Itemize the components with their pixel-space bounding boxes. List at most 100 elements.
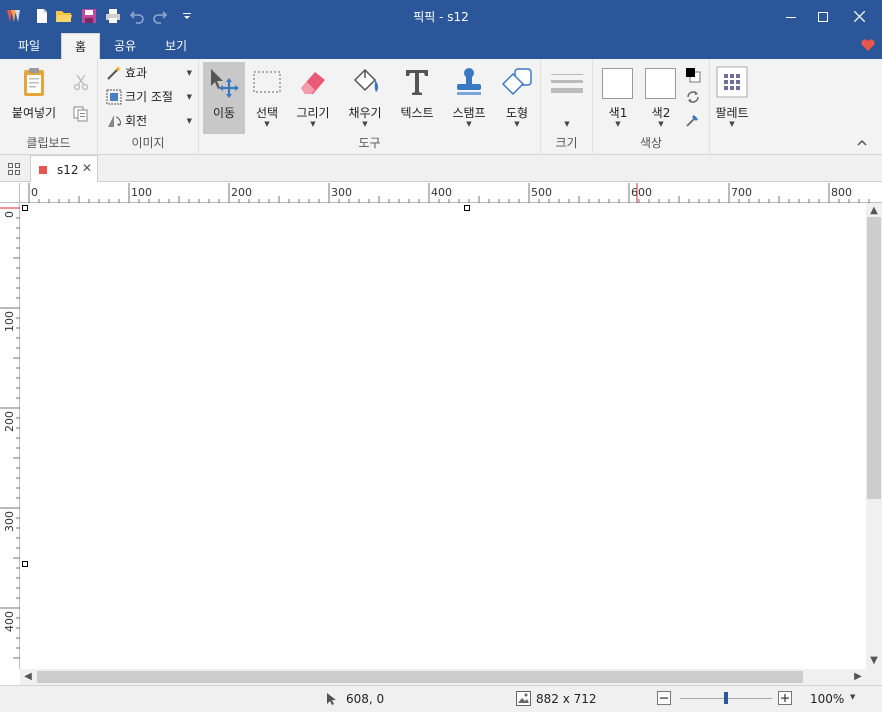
color-pair-icon[interactable] [685, 67, 701, 83]
grid-view-icon[interactable] [6, 161, 22, 177]
ruler-label: 400 [431, 186, 452, 199]
tab-view[interactable]: 보기 [156, 33, 196, 59]
zoom-slider-thumb[interactable] [724, 692, 728, 704]
scroll-down-icon[interactable]: ▼ [866, 653, 882, 669]
magic-wand-icon [106, 65, 122, 81]
close-tab-icon[interactable]: ✕ [82, 161, 92, 175]
chevron-down-icon: ▼ [658, 120, 664, 128]
text-label: 텍스트 [400, 106, 434, 120]
horizontal-ruler: 0 100 200 300 400 500 600 700 800 [20, 183, 882, 203]
text-icon [401, 66, 433, 98]
chevron-down-icon: ▼ [264, 120, 270, 128]
image-size-icon [516, 691, 531, 706]
ruler-label: 200 [231, 186, 252, 199]
resize-handle-top[interactable] [464, 205, 470, 211]
scroll-left-icon[interactable]: ◀ [20, 669, 36, 685]
horizontal-scrollbar[interactable]: ◀ ▶ [20, 669, 866, 685]
clipboard-group: 붙여넣기 클립보드 [0, 59, 98, 155]
color1-button[interactable]: 색1 ▼ [599, 62, 637, 134]
shapes-icon [501, 66, 533, 98]
resize-label: 크기 조절 [125, 90, 173, 104]
swap-colors-icon[interactable] [685, 89, 701, 105]
close-button[interactable] [836, 0, 882, 33]
move-icon [207, 66, 239, 98]
heart-icon[interactable] [860, 37, 876, 53]
color-group-label: 색상 [639, 136, 663, 150]
ribbon: 붙여넣기 클립보드 효과 ▼ 크기 조절 ▼ 회전 ▼ 이미지 이동 선택 ▼ … [0, 59, 882, 155]
document-tab-label: s12 [57, 163, 79, 177]
cut-icon[interactable] [72, 73, 90, 91]
size-button[interactable]: ▼ [547, 62, 587, 134]
color2-button[interactable]: 색2 ▼ [642, 62, 680, 134]
chevron-down-icon: ▼ [186, 69, 192, 77]
select-tool-button[interactable]: 선택 ▼ [247, 62, 287, 134]
color-group: 색1 ▼ 색2 ▼ 색상 [593, 59, 710, 155]
eraser-icon [297, 66, 329, 98]
paste-label: 붙여넣기 [11, 106, 57, 120]
fill-tool-button[interactable]: 채우기 ▼ [345, 62, 385, 134]
shape-label: 도형 [505, 106, 529, 120]
image-size: 882 x 712 [536, 692, 597, 706]
eyedropper-icon[interactable] [685, 112, 701, 128]
zoom-in-button[interactable] [778, 691, 792, 705]
cursor-position: 608, 0 [346, 692, 385, 706]
vertical-scrollbar[interactable]: ▲ ▼ [866, 203, 882, 669]
palette-label: 팔레트 [715, 106, 749, 120]
chevron-down-icon: ▼ [564, 120, 570, 128]
stamp-icon [453, 66, 485, 98]
palette-group: 팔레트 ▼ [710, 59, 754, 155]
vertical-ruler: 0 100 200 300 400 [0, 203, 20, 669]
vertical-scroll-thumb[interactable] [867, 217, 881, 499]
scroll-right-icon[interactable]: ▶ [850, 669, 866, 685]
tab-file[interactable]: 파일 [8, 33, 50, 59]
cursor-icon [326, 692, 338, 706]
resize-button[interactable]: 크기 조절 ▼ [106, 86, 192, 108]
zoom-level[interactable]: 100% [810, 692, 844, 706]
copy-icon[interactable] [72, 105, 90, 123]
zoom-out-button[interactable] [657, 691, 671, 705]
status-bar: 608, 0 882 x 712 100% ▼ [0, 685, 882, 712]
ruler-label: 100 [3, 311, 16, 332]
collapse-ribbon-icon[interactable] [856, 137, 868, 149]
image-group-label: 이미지 [131, 136, 165, 150]
resize-handle-left[interactable] [22, 561, 28, 567]
rotate-label: 회전 [125, 114, 148, 128]
shape-tool-button[interactable]: 도형 ▼ [497, 62, 537, 134]
document-tab-bar: s12 ✕ [0, 155, 882, 182]
chevron-down-icon: ▼ [186, 93, 192, 101]
ruler-label: 100 [131, 186, 152, 199]
horizontal-scroll-thumb[interactable] [37, 671, 803, 683]
rotate-button[interactable]: 회전 ▼ [106, 110, 192, 132]
paint-bucket-icon [349, 66, 381, 98]
palette-button[interactable]: 팔레트 ▼ [712, 62, 752, 134]
resize-icon [106, 89, 122, 105]
chevron-down-icon: ▼ [310, 120, 316, 128]
ruler-label: 0 [3, 211, 16, 218]
draw-tool-button[interactable]: 그리기 ▼ [293, 62, 333, 134]
tab-share[interactable]: 공유 [105, 33, 145, 59]
chevron-down-icon: ▼ [729, 120, 735, 128]
effects-label: 효과 [125, 66, 148, 80]
clipboard-group-label: 클립보드 [26, 136, 71, 150]
ruler-label: 400 [3, 611, 16, 632]
zoom-dropdown-icon[interactable]: ▼ [850, 693, 855, 701]
size-group-label: 크기 [555, 136, 578, 150]
tools-group: 이동 선택 ▼ 그리기 ▼ 채우기 ▼ 텍스트 스탬프 ▼ 도형 ▼ 도구 [199, 59, 541, 155]
chevron-down-icon: ▼ [514, 120, 520, 128]
paste-button[interactable]: 붙여넣기 [12, 62, 56, 134]
color1-swatch [602, 68, 633, 99]
draw-label: 그리기 [296, 106, 330, 120]
stamp-tool-button[interactable]: 스탬프 ▼ [449, 62, 489, 134]
tab-home[interactable]: 홈 [61, 33, 100, 59]
chevron-down-icon: ▼ [186, 117, 192, 125]
ruler-label: 800 [831, 186, 852, 199]
ruler-label: 600 [631, 186, 652, 199]
text-tool-button[interactable]: 텍스트 [397, 62, 437, 134]
ruler-label: 0 [31, 186, 38, 199]
document-tab[interactable]: s12 ✕ [30, 155, 98, 182]
effects-button[interactable]: 효과 ▼ [106, 62, 192, 84]
image-canvas[interactable] [20, 203, 866, 669]
fill-label: 채우기 [348, 106, 382, 120]
move-tool-button[interactable]: 이동 [203, 62, 245, 134]
resize-handle-top-left[interactable] [22, 205, 28, 211]
